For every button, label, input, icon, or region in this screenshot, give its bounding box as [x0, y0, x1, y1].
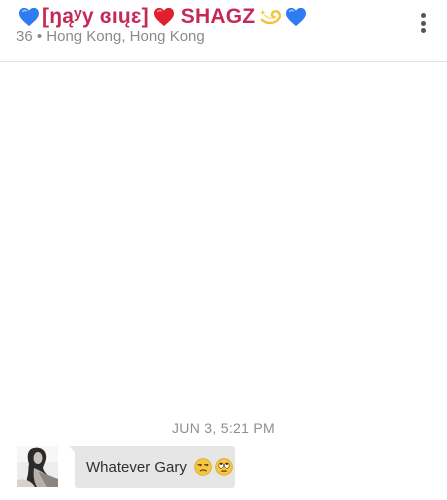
chat-screen: [ŋąʸy ɞıųɛ] SHAGZ 36 • Hong Kong, Hong K… — [0, 0, 447, 500]
blue-heart-icon — [19, 7, 39, 27]
message-bubble[interactable]: Whatever Gary — [69, 446, 235, 488]
rolling-eyes-face-icon — [215, 458, 233, 476]
profile-name-part-1: [ŋąʸy ɞıųɛ] — [42, 5, 149, 28]
unamused-face-icon — [194, 458, 212, 476]
message-timestamp: JUN 3, 5:21 PM — [171, 420, 275, 436]
menu-dot — [420, 13, 426, 18]
menu-dot — [420, 20, 426, 26]
red-heart-icon — [153, 7, 174, 27]
message-text: Whatever Gary — [86, 458, 187, 476]
more-vertical-icon[interactable] — [412, 10, 434, 36]
blue-heart-icon — [286, 7, 307, 27]
dizzy-icon — [259, 9, 282, 25]
profile-age-location: 36 • Hong Kong, Hong Kong — [16, 28, 205, 45]
avatar-photo — [17, 446, 58, 487]
profile-name[interactable]: [ŋąʸy ɞıųɛ] SHAGZ — [16, 4, 309, 30]
chat-header: [ŋąʸy ɞıųɛ] SHAGZ 36 • Hong Kong, Hong K… — [0, 0, 447, 62]
avatar[interactable] — [17, 446, 58, 487]
menu-dot — [420, 28, 426, 33]
profile-name-part-2: SHAGZ — [180, 5, 256, 28]
